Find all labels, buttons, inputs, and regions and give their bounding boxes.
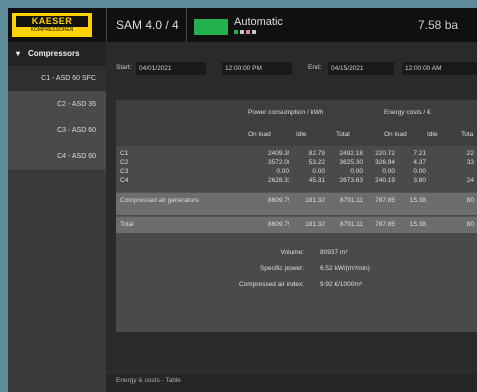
start-date-field[interactable]: 04/01/2021 xyxy=(136,62,206,75)
table-cell: 15.38 xyxy=(409,221,426,228)
kaeser-logo: KAESER KOMPRESSOREN xyxy=(12,13,92,37)
hmi-screen: KAESER KOMPRESSOREN SAM 4.0 / 4 Automati… xyxy=(8,8,477,392)
table-cell: 0.00 xyxy=(413,168,426,175)
table-cell: 8791.11 xyxy=(339,221,363,228)
table-cell: 2673.63 xyxy=(339,177,364,184)
footer-bar: Energy & costs - Table xyxy=(106,372,477,392)
sidebar-item-c3[interactable]: C3 - ASD 60 xyxy=(8,118,106,144)
col-header: Idle xyxy=(296,131,307,138)
table-cell: 2492.18 xyxy=(339,150,364,157)
table-cell: 22 xyxy=(466,150,474,157)
start-label: Start: xyxy=(116,64,132,71)
sidebar-item-c1[interactable]: C1 - ASD 60 SFC xyxy=(8,66,106,92)
sidebar: ▾ Compressors C1 - ASD 60 SFC C2 - ASD 35… xyxy=(8,42,106,392)
volume-value: 80937 m³ xyxy=(320,249,348,256)
table-cell: 24 xyxy=(466,177,474,184)
table-cell: 181.32 xyxy=(305,221,325,228)
table-cell: 82.79 xyxy=(308,150,325,157)
air-index-value: 9.92 €/1000m³ xyxy=(320,281,362,288)
row-label: C4 xyxy=(120,177,129,184)
main-content: Start: 04/01/2021 12:00:00 PM End: 04/15… xyxy=(106,42,477,392)
status-dot xyxy=(252,30,256,34)
status-dot xyxy=(234,30,238,34)
logo-subtitle: KOMPRESSOREN xyxy=(30,27,74,33)
table-cell: 0.00 xyxy=(350,168,363,175)
status-dot xyxy=(240,30,244,34)
pressure-value: 7.58 ba xyxy=(418,18,459,32)
table-divider xyxy=(116,216,477,217)
table-cell: 240.19 xyxy=(375,177,395,184)
device-frame: KAESER KOMPRESSOREN SAM 4.0 / 4 Automati… xyxy=(0,0,477,392)
sidebar-section-label: Compressors xyxy=(28,49,80,58)
end-label: End: xyxy=(308,64,322,71)
table-cell: 220.72 xyxy=(375,150,395,157)
mode-indicator[interactable] xyxy=(194,19,228,35)
table-cell: 3572.08 xyxy=(268,159,289,166)
col-header: Idle xyxy=(427,131,438,138)
table-cell: 45.31 xyxy=(308,177,325,184)
start-time-field[interactable]: 12:00:00 PM xyxy=(222,62,292,75)
device-title: SAM 4.0 / 4 xyxy=(116,18,179,32)
status-dot xyxy=(246,30,250,34)
logo-name: KAESER xyxy=(16,16,88,27)
table-cell: 80 xyxy=(466,197,474,204)
sidebar-item-c2[interactable]: C2 - ASD 35 xyxy=(8,92,106,118)
top-bar: KAESER KOMPRESSOREN SAM 4.0 / 4 Automati… xyxy=(8,8,477,42)
table-cell: 33 xyxy=(466,159,474,166)
volume-label: Volume: xyxy=(280,249,305,256)
table-cell: 787.85 xyxy=(375,221,395,228)
header-divider xyxy=(106,8,107,42)
row-label: C3 xyxy=(120,168,129,175)
table-cell: 8791.11 xyxy=(339,197,363,204)
table-cell: 15.38 xyxy=(409,197,426,204)
header-divider xyxy=(186,8,187,42)
col-header: On load xyxy=(384,131,407,138)
energy-costs-header: Energy costs / € xyxy=(384,109,431,116)
specific-power-value: 6.52 kW/(m³/min) xyxy=(320,265,370,272)
table-cell: 7.21 xyxy=(413,150,426,157)
table-cell: 181.32 xyxy=(305,197,325,204)
row-label: Compressed air generators xyxy=(120,197,199,204)
table-cell: 787.85 xyxy=(375,197,395,204)
col-header: Total xyxy=(336,131,350,138)
table-cell: 0.00 xyxy=(312,168,325,175)
row-label: Total xyxy=(120,221,134,228)
specific-power-label: Specific power: xyxy=(259,265,304,272)
table-cell: 53.22 xyxy=(308,159,325,166)
power-consumption-header: Power consumption / kWh xyxy=(248,109,324,116)
row-label: C2 xyxy=(120,159,129,166)
table-cell: 2409.39 xyxy=(268,150,289,157)
air-index-label: Compressed air index: xyxy=(238,281,304,288)
row-label: C1 xyxy=(120,150,129,157)
chevron-down-icon: ▾ xyxy=(16,49,21,58)
table-cell: 2628.32 xyxy=(268,177,289,184)
table-cell: 8609.79 xyxy=(268,221,289,228)
table-divider xyxy=(116,192,477,193)
table-cell: 80 xyxy=(466,221,474,228)
end-date-field[interactable]: 04/15/2021 xyxy=(328,62,394,75)
table-cell: 0.00 xyxy=(382,168,395,175)
table-header xyxy=(116,100,477,146)
table-cell: 3625.30 xyxy=(339,159,364,166)
sidebar-item-c4[interactable]: C4 - ASD 60 xyxy=(8,144,106,170)
sidebar-section-compressors[interactable]: ▾ Compressors xyxy=(8,42,106,66)
table-cell: 0.00 xyxy=(276,168,289,175)
table-cell: 4.37 xyxy=(413,159,426,166)
table-cell: 8609.79 xyxy=(268,197,289,204)
table-cell: 3.80 xyxy=(413,177,426,184)
view-name: Energy & costs - Table xyxy=(116,377,181,384)
table-cell: 326.94 xyxy=(375,159,395,166)
mode-label: Automatic xyxy=(234,16,283,28)
col-header: On load xyxy=(248,131,271,138)
end-time-field[interactable]: 12:00:00 AM xyxy=(402,62,477,75)
energy-cost-table: Power consumption / kWh Energy costs / €… xyxy=(116,100,477,332)
col-header: Tota xyxy=(461,131,474,138)
